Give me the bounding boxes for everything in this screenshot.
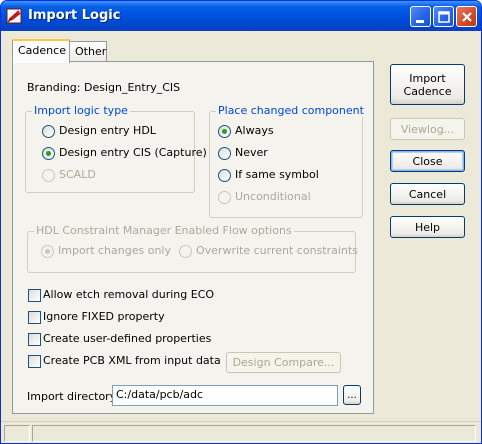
status-pane-left — [4, 425, 30, 442]
import-logic-dialog: Import Logic Cadence Other Branding: Des… — [0, 0, 482, 444]
radio-overwrite-constraints — [179, 245, 192, 258]
import-cadence-button[interactable]: Import Cadence — [390, 64, 465, 105]
never-label[interactable]: Never — [235, 146, 268, 159]
design-compare-button: Design Compare... — [226, 352, 341, 373]
place-changed-component-title: Place changed component — [216, 104, 366, 117]
radio-design-entry-cis[interactable] — [42, 147, 55, 160]
close-window-button[interactable] — [456, 6, 477, 27]
status-bar — [1, 421, 481, 443]
radio-import-changes-only — [41, 245, 54, 258]
browse-directory-button[interactable]: ... — [343, 385, 361, 405]
minimize-button[interactable] — [410, 6, 431, 27]
hdl-flow-group: HDL Constraint Manager Enabled Flow opti… — [27, 224, 358, 273]
radio-if-same-symbol[interactable] — [218, 169, 231, 182]
window-title: Import Logic — [28, 8, 121, 23]
import-cadence-line2: Cadence — [403, 84, 452, 98]
app-icon — [6, 7, 24, 25]
import-directory-label: Import directory: — [27, 390, 120, 403]
viewlog-button: Viewlog... — [390, 118, 465, 140]
import-logic-type-group: Import logic type Design entry HDL Desig… — [25, 104, 207, 193]
checkbox-create-pcb-xml[interactable] — [28, 355, 41, 368]
cadence-tab-panel: Branding: Design_Entry_CIS Import logic … — [12, 61, 374, 414]
tab-other-label: Other — [75, 45, 107, 58]
allow-etch-removal-label[interactable]: Allow etch removal during ECO — [43, 288, 214, 301]
hdl-flow-title: HDL Constraint Manager Enabled Flow opti… — [34, 224, 294, 237]
tab-cadence-label: Cadence — [18, 44, 66, 57]
import-directory-input[interactable]: C:/data/pcb/adc — [112, 385, 338, 406]
ignore-fixed-label[interactable]: Ignore FIXED property — [43, 310, 165, 323]
branding-label: Branding: — [27, 81, 81, 94]
close-button[interactable]: Close — [390, 150, 465, 172]
design-entry-cis-label[interactable]: Design entry CIS (Capture) — [59, 146, 207, 159]
create-pcb-xml-label[interactable]: Create PCB XML from input data — [43, 354, 221, 367]
import-logic-type-title: Import logic type — [32, 104, 130, 117]
radio-always[interactable] — [218, 125, 231, 138]
tab-other[interactable]: Other — [69, 41, 107, 62]
cancel-button[interactable]: Cancel — [390, 183, 465, 205]
import-changes-only-label: Import changes only — [58, 244, 171, 257]
radio-design-entry-hdl[interactable] — [42, 125, 55, 138]
radio-never[interactable] — [218, 147, 231, 160]
unconditional-label: Unconditional — [235, 190, 311, 203]
tab-cadence[interactable]: Cadence — [12, 39, 70, 63]
help-button[interactable]: Help — [390, 216, 465, 238]
checkbox-allow-etch-removal[interactable] — [28, 289, 41, 302]
import-cadence-line1: Import — [409, 71, 446, 85]
place-changed-component-group: Place changed component Always Never If … — [209, 104, 366, 218]
if-same-symbol-label[interactable]: If same symbol — [235, 168, 319, 181]
overwrite-constraints-label: Overwrite current constraints — [196, 244, 358, 257]
title-bar[interactable]: Import Logic — [1, 1, 481, 31]
radio-scald — [42, 169, 55, 182]
create-user-properties-label[interactable]: Create user-defined properties — [43, 332, 211, 345]
branding-value: Design_Entry_CIS — [84, 81, 181, 94]
design-entry-hdl-label[interactable]: Design entry HDL — [59, 124, 156, 137]
status-pane-main — [32, 425, 476, 442]
scald-label: SCALD — [59, 168, 96, 181]
checkbox-create-user-properties[interactable] — [28, 333, 41, 346]
radio-unconditional — [218, 191, 231, 204]
checkbox-ignore-fixed[interactable] — [28, 311, 41, 324]
maximize-button[interactable] — [433, 6, 454, 27]
always-label[interactable]: Always — [235, 124, 274, 137]
